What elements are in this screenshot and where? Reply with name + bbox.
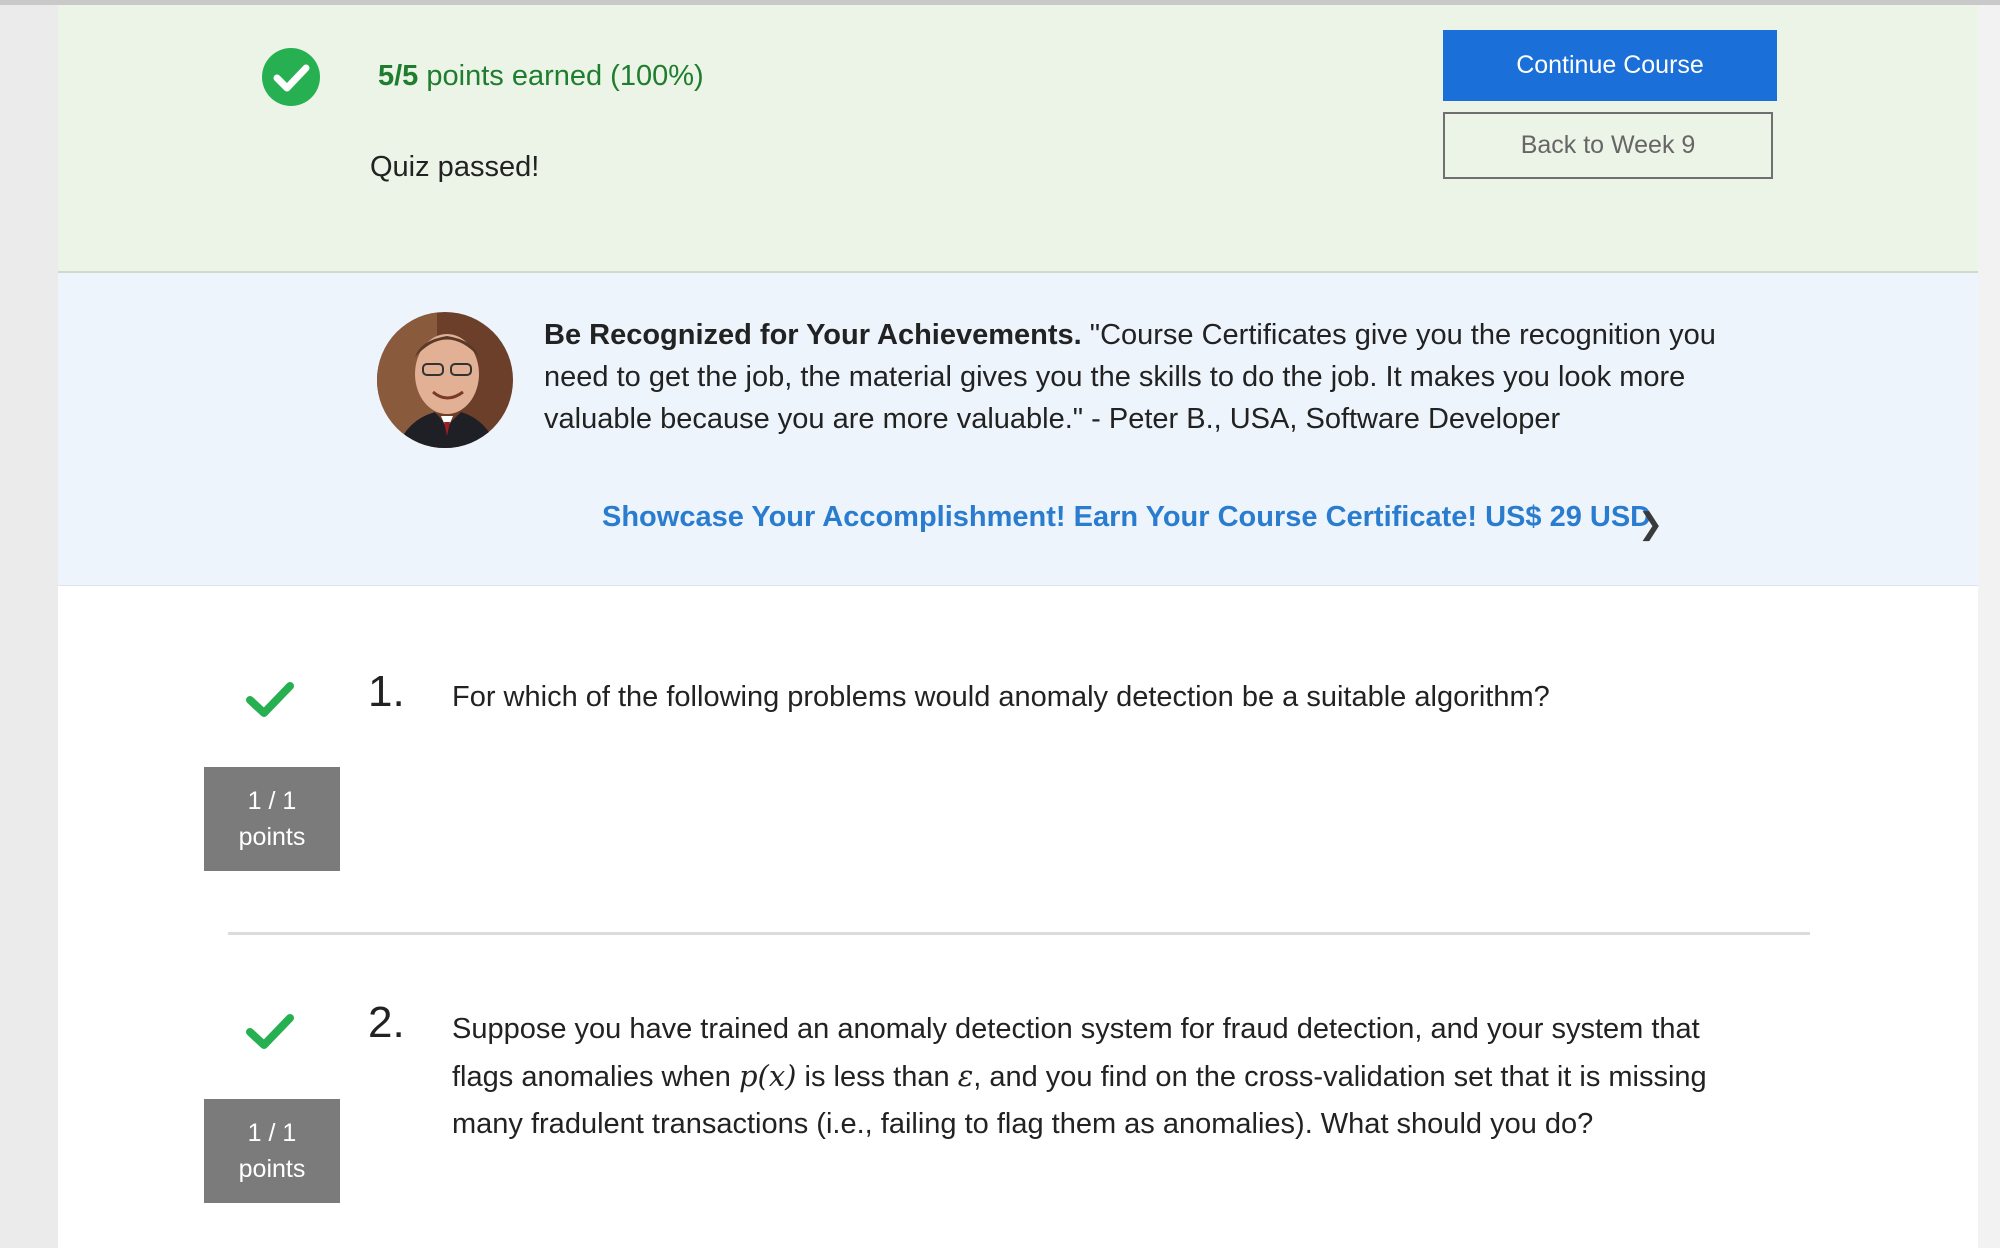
question-1-score-badge: 1 / 1 points [204,767,340,871]
testimonial-avatar [377,312,513,448]
question-1-text: For which of the following problems woul… [452,681,1550,713]
question-1-score-unit: points [238,823,306,851]
back-to-week-button[interactable]: Back to Week 9 [1443,112,1773,179]
points-earned-value: 5/5 [378,60,419,92]
question-2-text: Suppose you have trained an anomaly dete… [452,1006,1762,1148]
points-earned-label: points earned (100%) [418,60,704,92]
chevron-right-icon[interactable]: ❯ [1638,507,1663,542]
question-2-number: 2. [368,998,405,1047]
quiz-status: Quiz passed! [370,151,540,183]
question-2-math-epsilon: ε [957,1059,974,1093]
question-2-correct-check-icon [246,1014,294,1049]
certificate-promo: Be Recognized for Your Achievements. "Co… [58,273,1978,586]
question-1-score: 1 / 1 [247,787,297,815]
testimonial-lead: Be Recognized for Your Achievements. [544,319,1082,351]
points-earned: 5/5 points earned (100%) [378,60,704,93]
right-gutter [1978,5,2000,1248]
continue-course-button[interactable]: Continue Course [1443,30,1777,101]
question-2-math-p: p(x) [738,1059,797,1093]
result-banner: 5/5 points earned (100%) Quiz passed! Co… [58,5,1978,273]
question-2-score-badge: 1 / 1 points [204,1099,340,1203]
question-2-score-unit: points [238,1155,306,1183]
question-1-correct-check-icon [246,682,294,717]
question-2-text-b: is less than [796,1061,958,1093]
question-1-number: 1. [368,667,405,716]
testimonial-quote: Be Recognized for Your Achievements. "Co… [544,314,1724,440]
question-2-score: 1 / 1 [247,1119,297,1147]
earn-certificate-link[interactable]: Showcase Your Accomplishment! Earn Your … [602,501,1651,534]
quiz-results-page: 5/5 points earned (100%) Quiz passed! Co… [58,5,1978,1248]
success-check-icon [262,48,320,106]
question-divider [228,932,1810,935]
